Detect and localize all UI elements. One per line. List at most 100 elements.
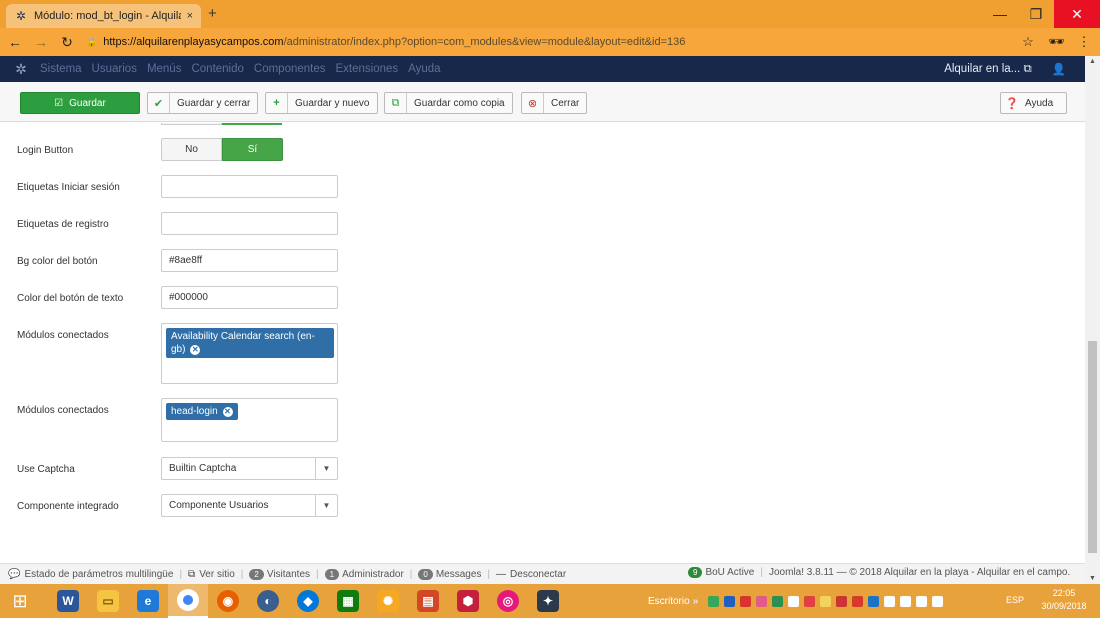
status-right: 9 BoU Active | Joomla! 3.8.11 — © 2018 A…	[688, 567, 1070, 578]
messages-link[interactable]: Messages	[436, 569, 482, 580]
network-icon[interactable]	[916, 595, 927, 607]
taskbar-word-icon[interactable]: W	[48, 584, 88, 618]
taskbar-clock[interactable]: 22:05 30/09/2018	[1036, 587, 1092, 613]
external-link-icon: ⧉	[188, 568, 196, 580]
menu-item-contenido[interactable]: Contenido	[191, 63, 243, 75]
page-scrollbar[interactable]: ▲ ▼	[1085, 56, 1100, 584]
windows-start-icon[interactable]: ⊞	[0, 584, 40, 618]
module-chip[interactable]: Availability Calendar search (en-gb) ✕	[166, 328, 334, 358]
taskbar-firefox-icon[interactable]: ◉	[208, 584, 248, 618]
clock-date: 30/09/2018	[1041, 601, 1087, 611]
user-menu-icon[interactable]: 👤	[1052, 62, 1066, 76]
login-labels-input[interactable]	[161, 175, 338, 198]
text-color-input[interactable]: #000000	[161, 286, 338, 309]
connected-modules-field-1[interactable]: Availability Calendar search (en-gb) ✕	[161, 323, 338, 384]
module-options-form: Login Button No Sí Etiquetas Iniciar ses…	[0, 123, 1085, 561]
tray-icon[interactable]	[852, 595, 863, 607]
remove-chip-icon[interactable]: ✕	[222, 407, 233, 417]
flag-icon[interactable]	[900, 595, 911, 607]
taskbar-app-red-icon[interactable]: ▤	[408, 584, 448, 618]
bg-color-input[interactable]: #8ae8ff	[161, 249, 338, 272]
tray-icon[interactable]	[836, 595, 847, 607]
tray-icon[interactable]	[788, 595, 799, 607]
module-chip[interactable]: head-login ✕	[166, 403, 238, 420]
scroll-up-icon[interactable]: ▲	[1085, 58, 1100, 65]
remove-chip-icon[interactable]: ✕	[190, 345, 201, 355]
reload-icon[interactable]: ↻	[60, 34, 74, 51]
menu-kebab-icon[interactable]: ⋮	[1076, 34, 1092, 50]
bou-active-link[interactable]: BoU Active	[705, 567, 754, 578]
language-indicator[interactable]: ESP	[1006, 595, 1024, 605]
captcha-select[interactable]: Builtin Captcha ▼	[161, 457, 338, 480]
browser-tab[interactable]: ✲ Módulo: mod_bt_login - Alquilar ×	[6, 4, 201, 28]
close-button[interactable]: ⊗ Cerrar	[521, 92, 588, 114]
tray-icon[interactable]	[724, 595, 735, 607]
tray-icon[interactable]	[804, 595, 815, 607]
captcha-label: Use Captcha	[17, 464, 75, 475]
register-labels-input[interactable]	[161, 212, 338, 235]
tray-icon[interactable]	[820, 595, 831, 607]
desktop-toolbar[interactable]: Escritorio »	[648, 584, 698, 618]
save-button[interactable]: ☑ Guardar	[20, 92, 140, 114]
visitors-link[interactable]: Visitantes	[267, 569, 310, 580]
menu-item-ayuda[interactable]: Ayuda	[408, 63, 440, 75]
multilang-status[interactable]: Estado de parámetros multilingüe	[24, 569, 173, 580]
view-site-link[interactable]: Ver sitio	[199, 569, 235, 580]
window-controls: — ❐ ✕	[982, 0, 1100, 28]
taskbar-chrome-icon[interactable]	[168, 584, 208, 618]
help-button[interactable]: ❓ Ayuda	[1000, 92, 1067, 114]
messages-count-badge: 0	[418, 568, 433, 580]
url-field[interactable]: 🔒 https://alquilarenplayasycampos.com/ad…	[86, 31, 1008, 53]
logout-link[interactable]: Desconectar	[510, 569, 566, 580]
bou-count-badge: 9	[688, 567, 703, 578]
login-button-no[interactable]: No	[161, 138, 222, 161]
menu-item-usuarios[interactable]: Usuarios	[92, 63, 137, 75]
admin-link[interactable]: Administrador	[342, 569, 404, 580]
taskbar-app-pink-icon[interactable]: ◎	[488, 584, 528, 618]
address-bar: ← → ↻ 🔒 https://alquilarenplayasycampos.…	[0, 28, 1100, 56]
save-new-button[interactable]: + Guardar y nuevo	[265, 92, 378, 114]
cloud-icon[interactable]	[884, 595, 895, 607]
menu-item-extensiones[interactable]: Extensiones	[336, 63, 399, 75]
save-copy-button[interactable]: ⧉ Guardar como copia	[384, 92, 513, 114]
url-host: https://alquilarenplayasycampos.com	[103, 36, 284, 48]
incognito-icon[interactable]: 🕶	[1048, 34, 1065, 50]
tray-icon[interactable]	[772, 595, 783, 607]
taskbar-google-earth-icon[interactable]: ◐	[248, 584, 288, 618]
taskbar-app-dark-icon[interactable]: ✦	[528, 584, 568, 618]
tray-icon[interactable]	[756, 595, 767, 607]
login-button-label: Login Button	[17, 145, 74, 156]
close-window-button[interactable]: ✕	[1054, 0, 1100, 28]
site-link[interactable]: Alquilar en la... ⧉	[944, 63, 1031, 76]
scrollbar-thumb[interactable]	[1088, 341, 1097, 553]
admin-count-badge: 1	[324, 568, 340, 580]
taskbar-edge-icon[interactable]: e	[128, 584, 168, 618]
signal-icon[interactable]	[932, 595, 943, 607]
component-select[interactable]: Componente Usuarios ▼	[161, 494, 338, 517]
connected-modules-field-2[interactable]: head-login ✕	[161, 398, 338, 442]
scroll-down-icon[interactable]: ▼	[1085, 575, 1100, 582]
maximize-button[interactable]: ❐	[1018, 0, 1054, 28]
menu-item-sistema[interactable]: Sistema	[40, 63, 82, 75]
bookmark-star-icon[interactable]: ☆	[1020, 34, 1036, 50]
taskbar-settings-icon[interactable]: ✺	[368, 584, 408, 618]
separator: |	[316, 568, 319, 580]
new-tab-button[interactable]: +	[208, 5, 217, 22]
menu-item-menus[interactable]: Menús	[147, 63, 182, 75]
taskbar-app-cube-icon[interactable]: ⬢	[448, 584, 488, 618]
taskbar-store-icon[interactable]: ▦	[328, 584, 368, 618]
login-button-yes[interactable]: Sí	[222, 138, 283, 161]
tray-icon[interactable]	[868, 595, 879, 607]
tray-icon[interactable]	[740, 595, 751, 607]
minimize-button[interactable]: —	[982, 0, 1018, 28]
taskbar-app-blue-icon[interactable]: ◆	[288, 584, 328, 618]
tray-icon[interactable]	[708, 595, 719, 607]
menu-item-componentes[interactable]: Componentes	[254, 63, 326, 75]
forward-arrow-icon[interactable]: →	[34, 34, 48, 50]
save-label: Guardar	[69, 97, 106, 109]
joomla-logo-icon[interactable]: ✲	[12, 61, 30, 78]
tab-close-icon[interactable]: ×	[187, 10, 193, 22]
taskbar-file-explorer-icon[interactable]: ▭	[88, 584, 128, 618]
back-arrow-icon[interactable]: ←	[8, 34, 22, 50]
save-close-button[interactable]: ✔ Guardar y cerrar	[147, 92, 259, 114]
